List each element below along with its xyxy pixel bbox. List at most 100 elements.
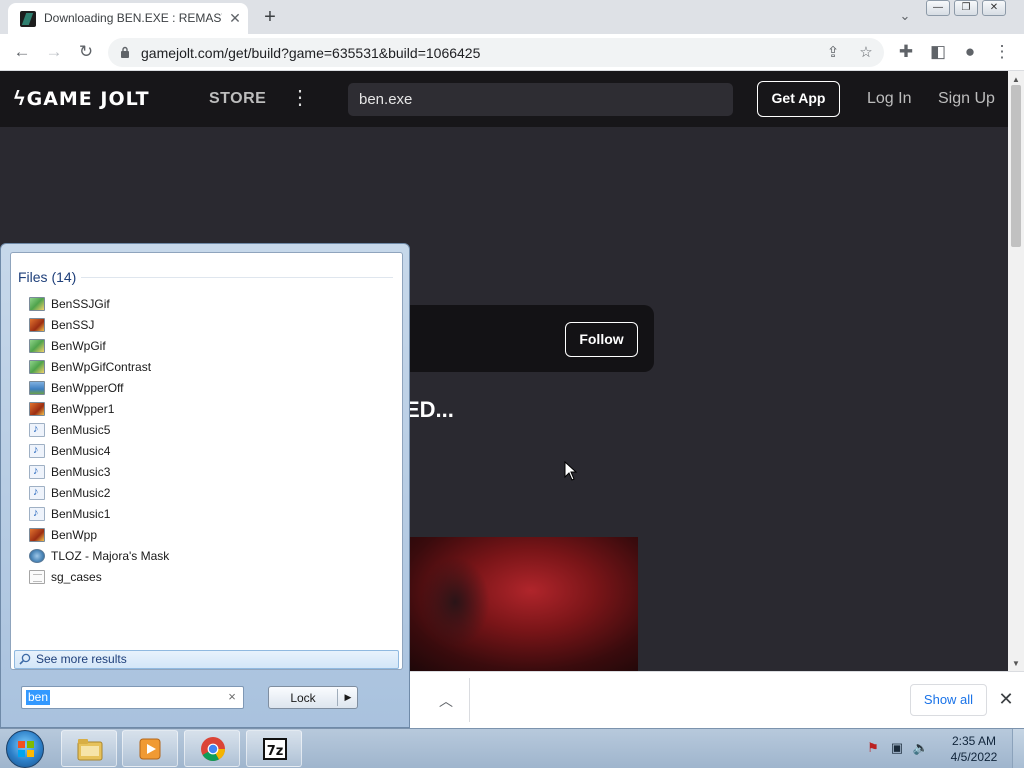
url-text[interactable]: gamejolt.com/get/build?game=635531&build… xyxy=(141,45,480,61)
close-tab-icon[interactable]: ✕ xyxy=(226,9,244,27)
action-center-flag-icon[interactable]: ⚑ xyxy=(864,739,882,757)
gif-image-icon xyxy=(29,338,45,353)
image-icon xyxy=(29,527,45,542)
taskbar-7zip[interactable]: 7z xyxy=(246,730,302,767)
file-result[interactable]: BenWpGif xyxy=(29,335,389,356)
music-file-icon xyxy=(29,443,45,458)
login-link[interactable]: Log In xyxy=(867,90,911,108)
clock-date: 4/5/2022 xyxy=(950,750,998,764)
download-chevron-up-icon[interactable]: ︿ xyxy=(436,691,456,709)
network-icon[interactable]: ▣ xyxy=(888,739,906,757)
get-app-button[interactable]: Get App xyxy=(757,81,840,117)
address-bar[interactable]: gamejolt.com/get/build?game=635531&build… xyxy=(108,38,884,67)
signup-link[interactable]: Sign Up xyxy=(938,90,995,108)
file-result[interactable]: BenSSJGif xyxy=(29,293,389,314)
taskbar-media-player[interactable] xyxy=(122,730,178,767)
files-group-header: Files (14) xyxy=(18,269,77,285)
bookmark-star-icon[interactable]: ☆ xyxy=(855,42,877,64)
game-thumbnail-image[interactable] xyxy=(400,537,638,671)
file-result-label: BenSSJ xyxy=(51,317,95,332)
file-result[interactable]: BenSSJ xyxy=(29,314,389,335)
image-icon xyxy=(29,317,45,332)
file-result-label: TLOZ - Majora's Mask xyxy=(51,548,170,563)
music-file-icon xyxy=(29,422,45,437)
file-result-label: BenMusic4 xyxy=(51,443,111,458)
reload-icon[interactable]: ↻ xyxy=(74,40,98,64)
file-result-label: BenWpper1 xyxy=(51,401,115,416)
show-desktop-button[interactable] xyxy=(1012,729,1024,768)
gamejolt-logo[interactable]: ϟ GAME JOLT xyxy=(14,88,150,111)
site-header: ϟ GAME JOLT STORE ⋮ ben.exe Get App Log … xyxy=(0,71,1008,127)
tab-search-chevron-icon[interactable]: ⌄ xyxy=(896,8,914,26)
file-result-label: sg_cases xyxy=(51,569,102,584)
taskbar-file-explorer[interactable] xyxy=(61,730,117,767)
file-result[interactable]: BenMusic3 xyxy=(29,461,389,482)
scrollbar-thumb[interactable] xyxy=(1011,85,1021,247)
minimize-button[interactable]: — xyxy=(926,0,950,16)
system-clock[interactable]: 2:35 AM 4/5/2022 xyxy=(944,733,1004,765)
file-result-label: BenMusic3 xyxy=(51,464,111,479)
search-results-panel: Files (14) BenSSJGif BenSSJ BenWpGif Ben… xyxy=(10,252,403,670)
text-file-icon xyxy=(29,569,45,584)
file-result[interactable]: BenWpp xyxy=(29,524,389,545)
header-divider xyxy=(81,277,393,278)
forward-arrow-icon[interactable]: → xyxy=(42,40,66,64)
download-separator xyxy=(469,678,470,722)
power-options-arrow-icon[interactable]: ▶ xyxy=(341,690,355,705)
file-result[interactable]: BenWpper1 xyxy=(29,398,389,419)
lock-icon[interactable] xyxy=(120,46,130,58)
taskbar-chrome[interactable] xyxy=(184,730,240,767)
lock-button[interactable]: Lock ▶ xyxy=(268,686,358,709)
extensions-puzzle-icon[interactable]: ✚ xyxy=(894,40,918,64)
more-menu-icon[interactable]: ⋮ xyxy=(290,85,310,111)
see-more-results-link[interactable]: See more results xyxy=(14,650,399,669)
scroll-up-arrow-icon[interactable]: ▲ xyxy=(1012,75,1020,84)
side-panel-icon[interactable]: ◧ xyxy=(926,40,950,64)
profile-avatar-icon[interactable]: ● xyxy=(958,40,982,64)
see-more-results-label: See more results xyxy=(36,652,127,666)
start-button[interactable] xyxy=(6,730,44,768)
file-result[interactable]: BenWpperOff xyxy=(29,377,389,398)
chrome-menu-icon[interactable]: ⋮ xyxy=(990,40,1014,64)
browser-tab-active[interactable]: Downloading BEN.EXE : REMAST ✕ xyxy=(8,3,248,34)
share-icon[interactable]: ⇪ xyxy=(822,42,844,64)
gamejolt-favicon-icon xyxy=(20,11,36,27)
page-scrollbar[interactable]: ▲ ▼ xyxy=(1008,71,1024,671)
store-link[interactable]: STORE xyxy=(209,90,266,108)
follow-button[interactable]: Follow xyxy=(565,322,638,357)
site-search-value: ben.exe xyxy=(359,91,413,108)
clear-search-icon[interactable]: × xyxy=(225,690,239,704)
file-result-label: BenMusic2 xyxy=(51,485,111,500)
window-controls: — ❐ ✕ xyxy=(926,0,1018,18)
clock-time: 2:35 AM xyxy=(951,734,997,748)
site-search-input[interactable]: ben.exe xyxy=(348,83,733,116)
close-window-button[interactable]: ✕ xyxy=(982,0,1006,16)
close-download-bar-icon[interactable]: ✕ xyxy=(996,689,1016,709)
show-all-downloads-button[interactable]: Show all xyxy=(910,684,987,716)
new-tab-button[interactable]: + xyxy=(258,5,282,29)
gif-image-icon xyxy=(29,359,45,374)
file-result[interactable]: BenMusic5 xyxy=(29,419,389,440)
file-result[interactable]: BenWpGifContrast xyxy=(29,356,389,377)
start-search-input[interactable]: ben × xyxy=(21,686,244,709)
file-result[interactable]: sg_cases xyxy=(29,566,389,587)
browser-tab-strip: Downloading BEN.EXE : REMAST ✕ + ⌄ — ❐ ✕ xyxy=(0,0,1024,34)
file-result-label: BenMusic5 xyxy=(51,422,111,437)
logo-text: GAME JOLT xyxy=(26,88,150,110)
7zip-icon: 7z xyxy=(263,738,287,760)
file-result[interactable]: TLOZ - Majora's Mask xyxy=(29,545,389,566)
file-result[interactable]: BenMusic1 xyxy=(29,503,389,524)
magnifier-icon xyxy=(19,653,31,665)
gif-image-icon xyxy=(29,296,45,311)
file-result[interactable]: BenMusic4 xyxy=(29,440,389,461)
back-arrow-icon[interactable]: ← xyxy=(10,40,34,64)
lock-button-separator xyxy=(337,689,338,706)
file-result-label: BenMusic1 xyxy=(51,506,111,521)
image-icon xyxy=(29,401,45,416)
restore-button[interactable]: ❐ xyxy=(954,0,978,16)
file-result[interactable]: BenMusic2 xyxy=(29,482,389,503)
scroll-down-arrow-icon[interactable]: ▼ xyxy=(1012,659,1020,668)
system-tray: ⚑ ▣ 🔈 xyxy=(864,739,936,759)
lock-button-label: Lock xyxy=(290,691,316,705)
volume-icon[interactable]: 🔈 xyxy=(912,739,930,757)
